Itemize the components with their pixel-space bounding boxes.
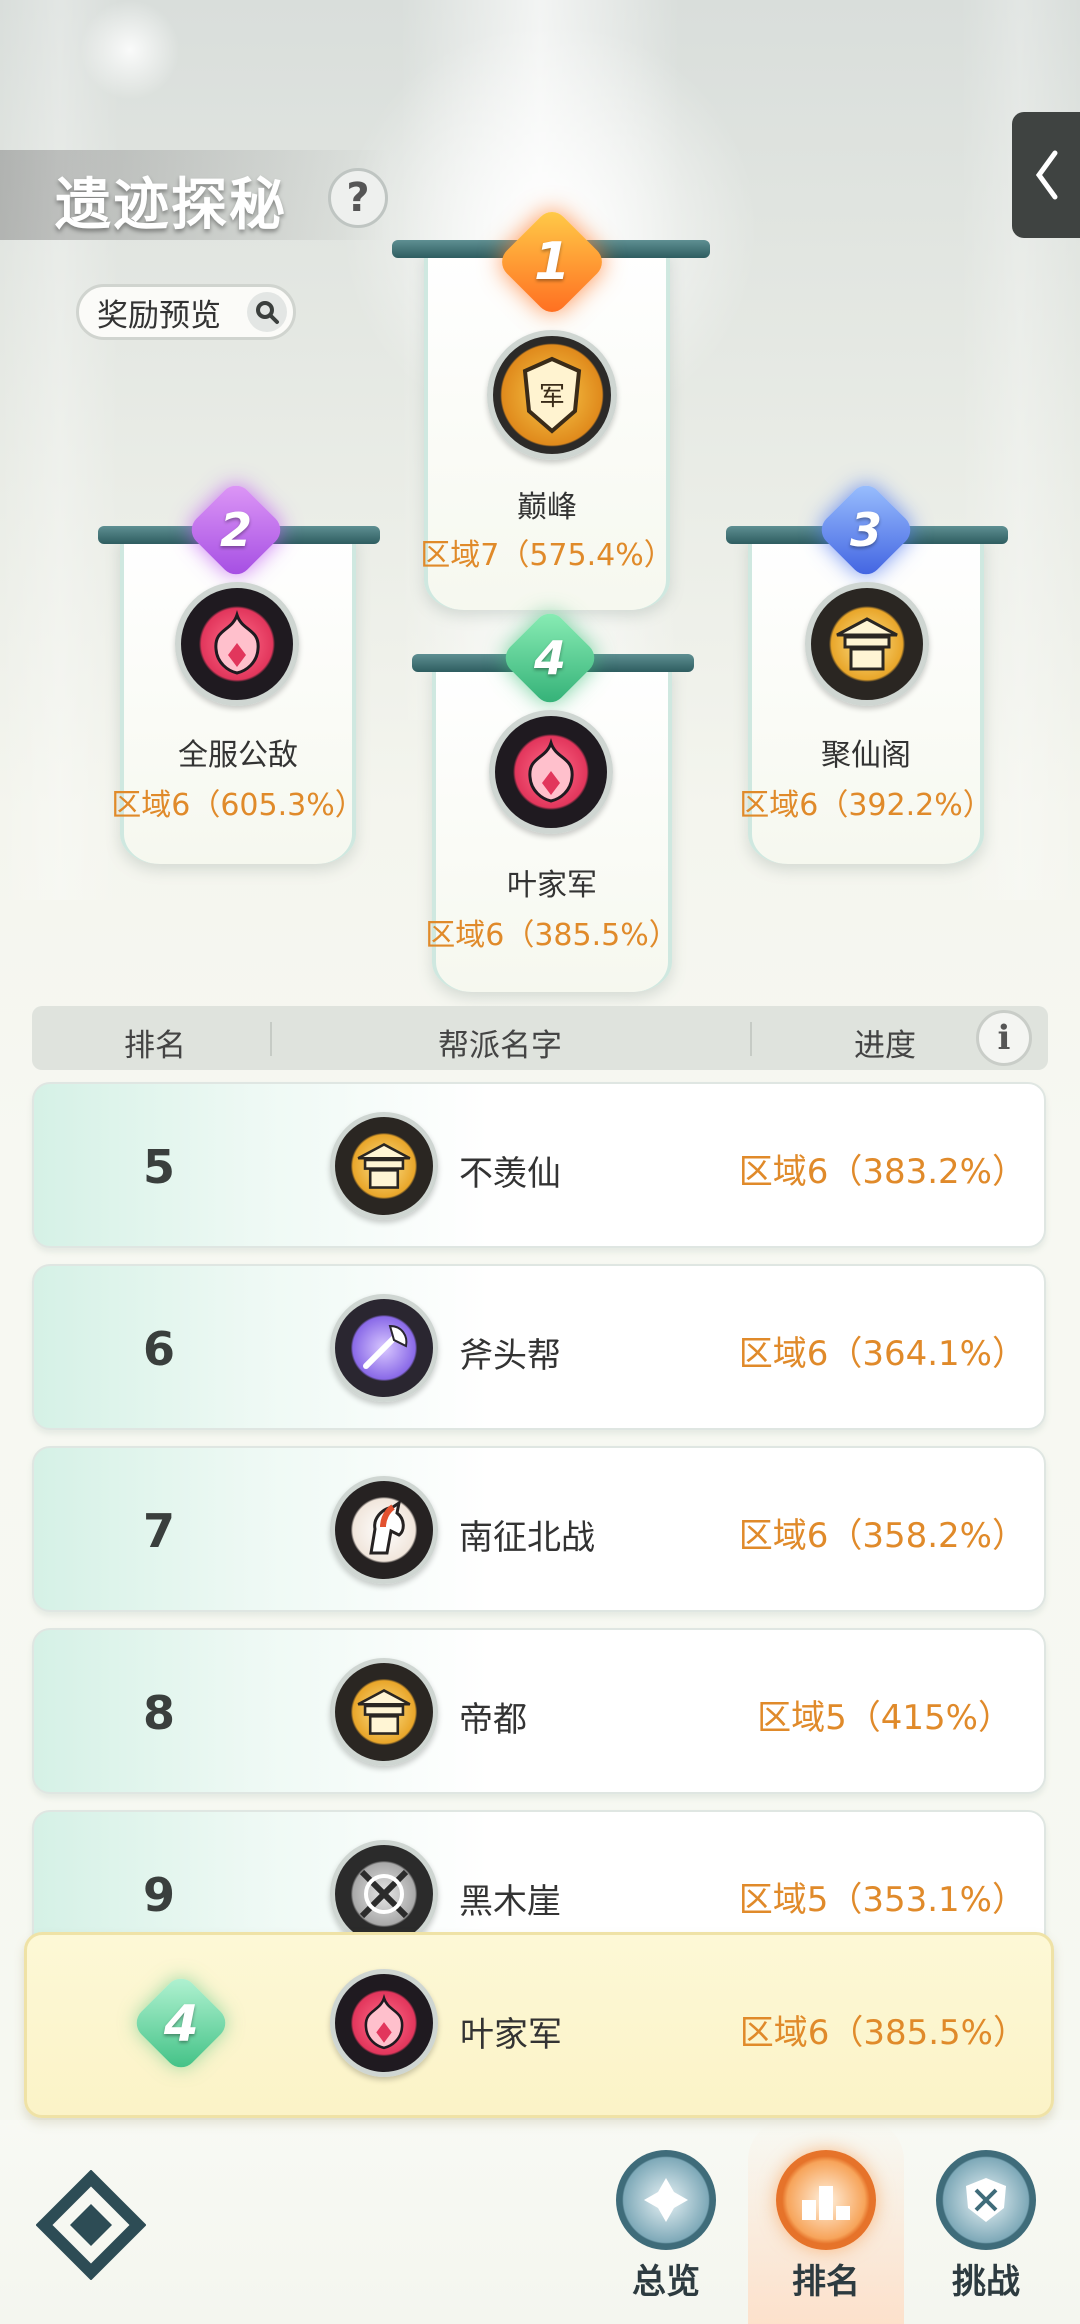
row-rank: 5 <box>142 1140 175 1194</box>
table-row[interactable]: 5 不羡仙 区域6（383.2%） <box>32 1082 1046 1248</box>
purple-axe-emblem-icon <box>330 1294 438 1402</box>
podium-progress-4: 区域6（385.5%） <box>425 918 679 953</box>
row-progress: 区域6（383.2%） <box>738 1152 1026 1192</box>
podium-name-3: 聚仙阁 <box>821 738 911 773</box>
svg-text:军: 军 <box>539 382 565 412</box>
podium-progress-3: 区域6（392.2%） <box>739 788 993 823</box>
row-progress: 区域6（358.2%） <box>738 1516 1026 1556</box>
help-button[interactable]: ? <box>328 168 388 228</box>
crimson-flame-emblem-icon <box>175 582 299 706</box>
golden-pavilion-emblem-icon <box>805 582 929 706</box>
golden-pavilion-emblem-icon <box>330 1112 438 1220</box>
tab-challenge-label: 挑战 <box>952 2262 1020 2302</box>
chevron-left-icon <box>1035 150 1058 200</box>
row-progress: 区域6（364.1%） <box>738 1334 1026 1374</box>
row-progress: 区域5（353.1%） <box>738 1880 1026 1920</box>
row-rank: 9 <box>142 1868 175 1922</box>
table-row[interactable]: 6 斧头帮 区域6（364.1%） <box>32 1264 1046 1430</box>
my-guild-name: 叶家军 <box>460 2015 562 2055</box>
overview-icon <box>616 2150 716 2250</box>
row-guild-name: 南征北战 <box>459 1518 595 1558</box>
row-guild-name: 不羡仙 <box>459 1154 561 1194</box>
podium-progress-2: 区域6（605.3%） <box>111 788 365 823</box>
tab-overview[interactable]: 总览 <box>596 2150 736 2303</box>
podium-name-2: 全服公敌 <box>178 738 298 773</box>
ranking-table-header: 排名 帮派名字 进度 i <box>32 1006 1048 1070</box>
row-rank: 6 <box>142 1322 175 1376</box>
challenge-icon <box>936 2150 1036 2250</box>
row-guild-name: 黑木崖 <box>459 1882 561 1922</box>
reward-preview-label: 奖励预览 <box>97 297 221 334</box>
row-rank: 8 <box>142 1686 175 1740</box>
my-guild-row[interactable]: 4 叶家军 区域6（385.5%） <box>24 1932 1054 2118</box>
header-rank: 排名 <box>124 1028 186 1064</box>
tab-ranking-label: 排名 <box>792 2262 860 2302</box>
warhorse-emblem-icon <box>330 1476 438 1584</box>
magnifier-icon <box>247 292 287 332</box>
crimson-flame-emblem-icon <box>330 1969 438 2077</box>
page-title: 遗迹探秘 <box>55 173 287 238</box>
header-progress: 进度 <box>854 1028 916 1064</box>
tab-challenge[interactable]: 挑战 <box>916 2150 1056 2303</box>
ranking-icon <box>776 2150 876 2250</box>
podium-name-4: 叶家军 <box>507 868 597 903</box>
info-icon[interactable]: i <box>976 1010 1032 1066</box>
army-shield-emblem-icon: 军 <box>487 330 617 460</box>
header-guild-name: 帮派名字 <box>438 1028 562 1064</box>
home-diamond-icon[interactable] <box>35 2169 147 2281</box>
table-row[interactable]: 7 南征北战 区域6（358.2%） <box>32 1446 1046 1612</box>
tab-ranking[interactable]: 排名 <box>756 2150 896 2303</box>
collapse-side-tab[interactable] <box>1012 112 1080 238</box>
row-guild-name: 斧头帮 <box>459 1336 561 1376</box>
row-progress: 区域5（415%） <box>757 1698 1012 1738</box>
podium-name-1: 巅峰 <box>517 490 577 525</box>
table-row[interactable]: 8 帝都 区域5（415%） <box>32 1628 1046 1794</box>
header-divider <box>750 1022 752 1056</box>
golden-pavilion-emblem-icon <box>330 1658 438 1766</box>
row-guild-name: 帝都 <box>459 1700 527 1740</box>
podium-progress-1: 区域7（575.4%） <box>420 538 674 573</box>
tab-overview-label: 总览 <box>632 2262 700 2302</box>
row-rank: 7 <box>142 1504 175 1558</box>
bottom-navigation: 总览 排名 挑战 <box>0 2120 1080 2324</box>
reward-preview-button[interactable]: 奖励预览 <box>76 284 296 340</box>
my-guild-progress: 区域6（385.5%） <box>739 2013 1027 2053</box>
header-divider <box>270 1022 272 1056</box>
my-rank-badge: 4 <box>130 1972 232 2074</box>
crimson-flame-emblem-icon <box>489 710 613 834</box>
